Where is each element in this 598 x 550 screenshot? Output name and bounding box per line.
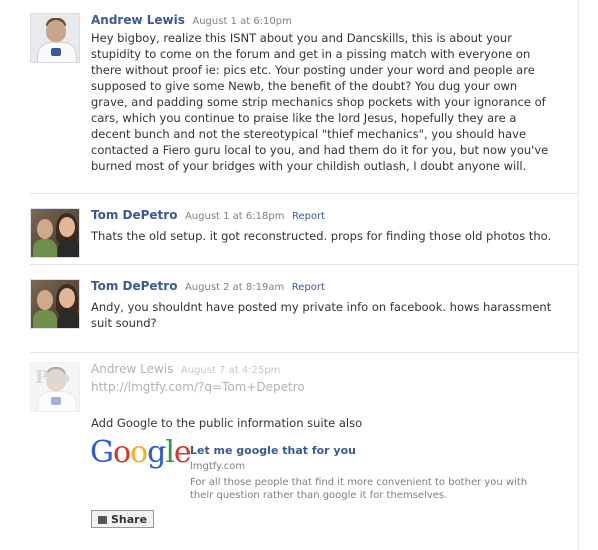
report-link[interactable]: Report: [292, 211, 325, 222]
share-icon: [98, 516, 107, 524]
comment-link[interactable]: http://lmgtfy.com/?q=Tom+Depetro: [91, 380, 571, 394]
comment-separator: [30, 264, 578, 265]
link-preview-domain: lmgtfy.com: [190, 461, 246, 472]
comment-separator: [30, 352, 578, 353]
comment-author[interactable]: Tom DePetro: [91, 208, 177, 222]
comment-text: Thats the old setup. it got reconstructe…: [91, 229, 552, 243]
google-logo[interactable]: Google: [90, 435, 192, 470]
link-preview-description: For all those people that find it more c…: [190, 477, 528, 501]
comment-timestamp: August 2 at 8:19am: [184, 282, 285, 293]
comment-author[interactable]: Andrew Lewis: [91, 362, 173, 376]
photobucket-watermark: Pro: [35, 367, 71, 388]
right-border: [578, 0, 579, 550]
comment-timestamp: August 7 at 4:25pm: [180, 365, 281, 376]
comment-timestamp: August 1 at 6:18pm: [184, 211, 285, 222]
share-button-label: Share: [111, 513, 148, 526]
share-caption: Add Google to the public information sui…: [91, 416, 363, 430]
comment-author[interactable]: Tom DePetro: [91, 279, 177, 293]
report-link[interactable]: Report: [292, 282, 325, 293]
comment-separator: [30, 193, 578, 194]
avatar-andrew-lewis[interactable]: Pro: [30, 362, 80, 412]
link-preview-title[interactable]: Let me google that for you: [190, 444, 356, 457]
share-button[interactable]: Share: [91, 510, 155, 528]
comment-text: Hey bigboy, realize this ISNT about you …: [91, 31, 549, 173]
avatar-tom-depetro[interactable]: [30, 279, 80, 329]
comment-author[interactable]: Andrew Lewis: [91, 13, 185, 27]
avatar-andrew-lewis[interactable]: [30, 13, 80, 63]
comment-text: Andy, you shouldnt have posted my privat…: [91, 300, 552, 330]
comment-timestamp: August 1 at 6:10pm: [192, 16, 292, 27]
avatar-tom-depetro[interactable]: [30, 208, 80, 258]
